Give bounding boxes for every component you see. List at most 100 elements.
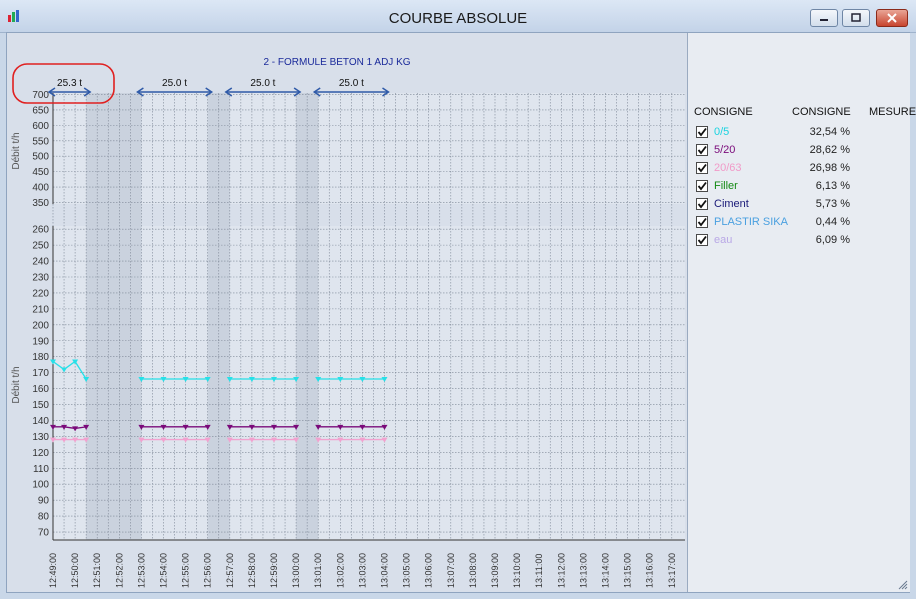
window-title: COURBE ABSOLUE [388,10,528,27]
check-icon [697,127,707,137]
legend-item-label: eau [714,234,733,246]
x-tick-label: 13:03:00 [357,553,367,588]
legend-item-consigne: 6,13 % [815,180,850,192]
top-y-tick-label: 550 [32,136,49,147]
check-icon [697,181,707,191]
bottom-y-tick-label: 140 [32,416,49,427]
x-tick-label: 12:49:00 [48,553,58,588]
bottom-y-tick-label: 100 [32,480,49,491]
top-y-tick-label: 450 [32,167,49,178]
top-y-tick-label: 350 [32,198,49,209]
x-tick-label: 12:51:00 [92,553,102,588]
legend-item-consigne: 32,54 % [809,126,850,138]
top-y-tick-label: 650 [32,105,49,116]
legend-checkbox[interactable] [696,126,708,138]
x-tick-label: 13:12:00 [556,553,566,588]
x-tick-label: 12:57:00 [225,553,235,588]
check-icon [697,145,707,155]
bottom-y-tick-label: 150 [32,400,49,411]
top-y-tick-label: 500 [32,152,49,163]
window-client: 2 - FORMULE BETON 1 ADJ KG Débit t/h Déb… [6,32,916,593]
legend-item-consigne: 5,73 % [815,198,850,210]
legend-item-label: 5/20 [714,144,736,156]
bottom-y-tick-label: 220 [32,288,49,299]
x-tick-label: 13:16:00 [645,553,655,588]
legend-item-consigne: 0,44 % [815,216,850,228]
legend-checkbox[interactable] [696,162,708,174]
legend-checkbox[interactable] [696,216,708,228]
legend-item-consigne: 6,09 % [815,234,850,246]
top-y-tick-label: 400 [32,183,49,194]
title-bar: COURBE ABSOLUE [0,0,916,33]
bottom-y-tick-label: 90 [38,496,50,507]
legend-checkbox[interactable] [696,144,708,156]
x-tick-label: 13:14:00 [601,553,611,588]
maximize-button[interactable] [842,9,870,27]
legend-header-consigne-value: CONSIGNE [792,106,851,118]
legend-checkbox[interactable] [696,234,708,246]
x-tick-label: 12:58:00 [247,553,257,588]
batch-weight-label: 25.0 t [250,78,275,89]
x-tick-label: 12:55:00 [181,553,191,588]
x-tick-label: 12:59:00 [269,553,279,588]
minimize-button[interactable] [810,9,838,27]
bottom-axis-label: Débit t/h [11,366,22,403]
top-y-tick-label: 600 [32,121,49,132]
bottom-y-tick-label: 130 [32,432,49,443]
bottom-y-tick-label: 110 [33,464,49,475]
legend-header-consigne: CONSIGNE [694,106,753,118]
resize-grip-icon[interactable] [896,578,908,590]
close-button[interactable] [876,9,908,27]
x-tick-label: 12:50:00 [70,553,80,588]
top-axis-label: Débit t/h [11,132,22,169]
legend-item-label: 20/63 [714,162,742,174]
legend-item: eau 6,09 % [696,233,906,251]
bottom-plot-background [53,226,685,540]
x-tick-label: 13:07:00 [446,553,456,588]
legend-item-label: 0/5 [714,126,730,138]
check-icon [697,217,707,227]
bottom-y-tick-label: 210 [32,304,49,315]
legend-item: 0/5 32,54 % [696,125,906,143]
legend-item-label: Filler [714,180,738,192]
bottom-y-tick-label: 260 [32,225,49,236]
top-plot-background [53,93,685,204]
x-tick-label: 13:05:00 [402,553,412,588]
bottom-y-tick-label: 160 [32,384,49,395]
bottom-y-tick-label: 180 [32,352,49,363]
chart-area[interactable]: 2 - FORMULE BETON 1 ADJ KG Débit t/h Déb… [7,33,687,592]
legend-panel: CONSIGNE CONSIGNE MESURE 0/5 32,54 % 5/2… [687,33,916,592]
x-tick-label: 12:56:00 [203,553,213,588]
bottom-y-tick-label: 240 [32,257,49,268]
legend-checkbox[interactable] [696,198,708,210]
x-tick-label: 13:08:00 [468,553,478,588]
bottom-y-tick-label: 250 [32,241,49,252]
maximize-icon [851,13,861,22]
x-tick-label: 13:09:00 [490,553,500,588]
bottom-y-tick-label: 80 [38,512,50,523]
chart-title: 2 - FORMULE BETON 1 ADJ KG [263,57,410,68]
batch-weight-label: 25.3 t [57,78,82,89]
batch-weight-label: 25.0 t [339,78,364,89]
legend-item: Ciment 5,73 % [696,197,906,215]
legend-item: 5/20 28,62 % [696,143,906,161]
idle-period-shade [86,93,142,540]
minimize-icon [820,19,828,21]
check-icon [697,199,707,209]
legend-item: Filler 6,13 % [696,179,906,197]
bottom-y-tick-label: 170 [32,368,49,379]
x-tick-label: 13:04:00 [380,553,390,588]
bottom-y-tick-label: 70 [38,528,50,539]
legend-item-label: Ciment [714,198,749,210]
x-tick-label: 12:53:00 [136,553,146,588]
legend-item-consigne: 26,98 % [809,162,850,174]
x-tick-label: 12:54:00 [159,553,169,588]
x-tick-label: 13:00:00 [291,553,301,588]
legend-checkbox[interactable] [696,180,708,192]
x-tick-label: 13:13:00 [578,553,588,588]
close-icon [887,13,897,23]
check-icon [697,235,707,245]
legend-header-mesure: MESURE [869,106,916,118]
bottom-y-tick-label: 190 [32,336,49,347]
bottom-y-tick-label: 120 [32,448,49,459]
